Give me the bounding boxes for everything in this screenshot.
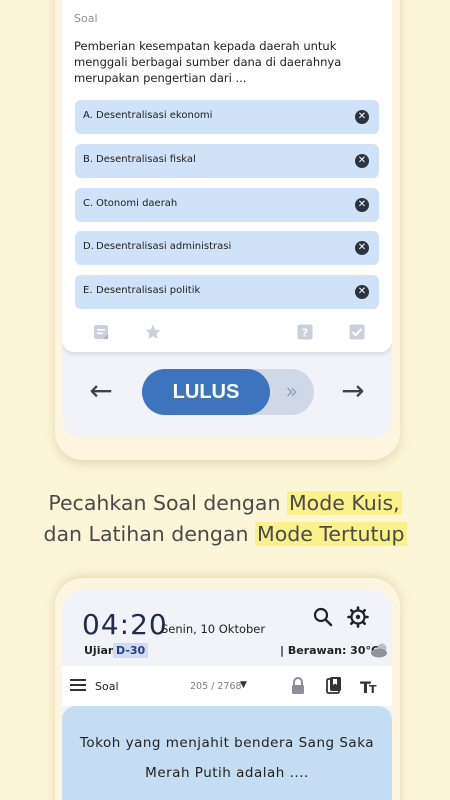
remove-option-icon[interactable]: ✕ [355,285,369,299]
dday-badge: D-30 [113,643,149,658]
option-label: Desentralisasi ekonomi [96,110,213,121]
cloud-icon [371,643,387,658]
double-chevron-icon: » [285,379,298,403]
caption-text: dan Latihan dengan [43,522,256,546]
menu-icon[interactable] [70,678,86,692]
caption-highlight: Mode Kuis, [287,491,402,515]
option-label: Desentralisasi politik [96,285,201,296]
star-icon[interactable] [144,323,162,341]
remove-option-icon[interactable]: ✕ [355,154,369,168]
bookmark-icon[interactable] [324,676,344,696]
option-a[interactable]: A. Desentralisasi ekonomi ✕ [75,100,379,134]
option-letter: C. [83,198,94,209]
prev-arrow-icon[interactable]: ← [86,376,116,406]
svg-text:T: T [369,683,377,696]
weather-label: | Berawan: 30°C [280,644,380,657]
help-icon[interactable]: ? [296,323,314,341]
exam-label: Ujian [84,644,116,657]
option-letter: A. [83,110,93,121]
caption-highlight: Mode Tertutup [255,522,407,546]
next-arrow-icon[interactable]: → [338,376,368,406]
option-label: Otonomi daerah [96,198,178,209]
remove-option-icon[interactable]: ✕ [355,198,369,212]
remove-option-icon[interactable]: ✕ [355,110,369,124]
question-card: Soal Pemberian kesempatan kepada daerah … [62,0,392,352]
remove-option-icon[interactable]: ✕ [355,241,369,255]
option-d[interactable]: D. Desentralisasi administrasi ✕ [75,231,379,265]
lock-icon[interactable] [288,676,308,696]
soal-label: Soal [74,12,98,25]
option-letter: E. [83,285,93,296]
checkbox-icon[interactable] [348,323,366,341]
option-letter: B. [83,154,94,165]
mode-toggle[interactable]: LULUS » [142,369,314,415]
caption-text: Pecahkan Soal dengan [48,491,287,515]
promo-caption: Pecahkan Soal dengan Mode Kuis, dan Lati… [0,488,450,550]
lulus-toggle-knob[interactable]: LULUS [142,369,270,415]
option-b[interactable]: B. Desentralisasi fiskal ✕ [75,144,379,178]
clock: 04:20 [82,608,168,641]
option-label: Desentralisasi administrasi [96,241,232,252]
toolbar-title: Soal [95,680,119,693]
text-size-icon[interactable]: T T [359,676,379,696]
search-icon[interactable] [312,606,334,628]
option-letter: D. [83,241,94,252]
option-label: Desentralisasi fiskal [96,154,196,165]
question-toolbar: Soal 205 / 2768 ▼ T T [62,666,392,706]
quiz-screen: Soal Pemberian kesempatan kepada daerah … [62,0,392,438]
note-icon[interactable] [92,323,110,341]
question-text: Pemberian kesempatan kepada daerah untuk… [74,39,342,85]
caption-line-1: Pecahkan Soal dengan Mode Kuis, [0,488,450,519]
settings-icon[interactable] [347,606,369,628]
caption-line-2: dan Latihan dengan Mode Tertutup [0,519,450,550]
date-label: Senin, 10 Oktober [161,622,266,636]
question-panel: Tokoh yang menjahit bendera Sang Saka Me… [62,706,392,800]
option-e[interactable]: E. Desentralisasi politik ✕ [75,275,379,309]
question-counter[interactable]: 205 / 2768 [190,681,242,692]
study-screen: 04:20 Senin, 10 Oktober Ujian D-30 | Ber… [62,590,392,800]
option-c[interactable]: C. Otonomi daerah ✕ [75,188,379,222]
question-text: Tokoh yang menjahit bendera Sang Saka Me… [79,735,375,781]
svg-text:?: ? [302,327,308,340]
chevron-down-icon[interactable]: ▼ [240,680,247,690]
